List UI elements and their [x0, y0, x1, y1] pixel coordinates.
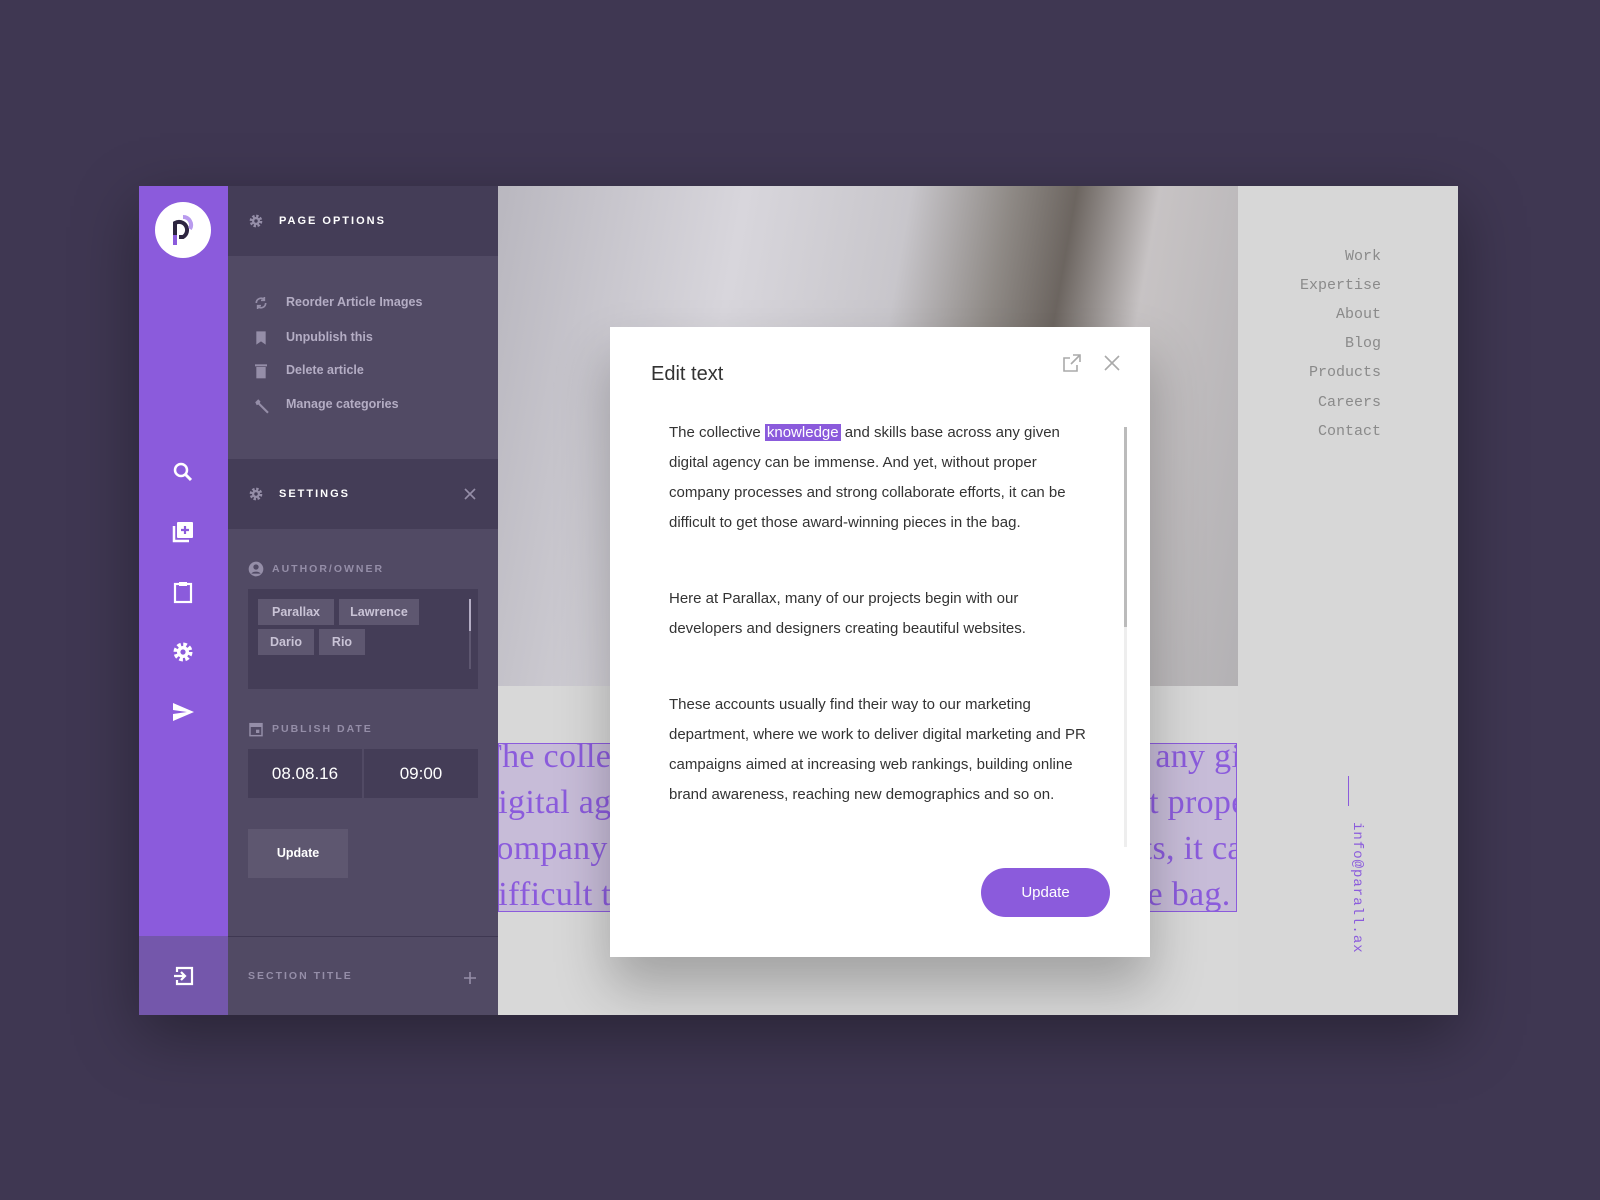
- gear-icon: [249, 487, 263, 501]
- tag-scrollbar[interactable]: [469, 599, 471, 669]
- author-owner-label: AUTHOR/OWNER: [248, 561, 384, 577]
- logo[interactable]: [155, 202, 211, 258]
- editor-scrollbar[interactable]: [1124, 427, 1127, 847]
- bookmark-icon: [256, 331, 266, 345]
- author-tag[interactable]: Lawrence: [339, 599, 419, 625]
- text-editor[interactable]: The collective knowledge and skills base…: [669, 418, 1089, 856]
- close-icon[interactable]: [464, 488, 476, 500]
- menu-item-unpublish[interactable]: Unpublish this: [228, 325, 498, 351]
- wrench-icon: [255, 399, 269, 414]
- menu-item-label: Manage categories: [286, 397, 399, 411]
- page-options-header: PAGE OPTIONS: [228, 186, 498, 256]
- send-icon[interactable]: [171, 700, 195, 724]
- plus-icon[interactable]: [464, 972, 476, 984]
- author-tag-input[interactable]: Parallax Lawrence Dario Rio: [248, 589, 478, 689]
- site-nav: Work Expertise About Blog Products Caree…: [1238, 186, 1458, 1015]
- menu-item-reorder-images[interactable]: Reorder Article Images: [228, 290, 498, 316]
- nav-products[interactable]: Products: [1309, 364, 1381, 381]
- divider: [1348, 776, 1349, 806]
- nav-work[interactable]: Work: [1345, 248, 1381, 265]
- exit-button[interactable]: [139, 936, 228, 1015]
- clipboard-icon[interactable]: [171, 580, 195, 604]
- text-run: The collective: [669, 424, 765, 441]
- author-tag[interactable]: Rio: [319, 629, 365, 655]
- account-circle-icon: [248, 561, 264, 577]
- date-field[interactable]: 08.08.16: [248, 749, 362, 798]
- section-title-label: SECTION TITLE: [248, 970, 353, 982]
- author-tag[interactable]: Dario: [258, 629, 314, 655]
- calendar-icon: [249, 722, 263, 737]
- scrollbar-thumb[interactable]: [1124, 427, 1127, 627]
- settings-header: SETTINGS: [228, 459, 498, 529]
- app-frame: PAGE OPTIONS Reorder Article Images Unpu…: [139, 186, 1458, 1015]
- menu-item-delete-article[interactable]: Delete article: [228, 358, 498, 384]
- settings-update-button[interactable]: Update: [248, 829, 348, 878]
- search-icon[interactable]: [171, 460, 195, 484]
- refresh-icon: [255, 297, 267, 309]
- publish-date-text: PUBLISH DATE: [272, 723, 373, 735]
- close-icon[interactable]: [1102, 353, 1122, 373]
- section-title-row[interactable]: SECTION TITLE: [228, 936, 498, 1015]
- exit-icon: [173, 966, 193, 985]
- author-owner-text: AUTHOR/OWNER: [272, 563, 385, 575]
- modal-title: Edit text: [651, 363, 724, 385]
- page-options-title: PAGE OPTIONS: [279, 215, 386, 227]
- menu-item-label: Delete article: [286, 363, 364, 377]
- open-external-icon[interactable]: [1062, 353, 1082, 373]
- gear-icon: [249, 214, 263, 228]
- trash-icon: [255, 364, 267, 379]
- paragraph: Here at Parallax, many of our projects b…: [669, 590, 1026, 637]
- menu-item-label: Unpublish this: [286, 330, 373, 344]
- add-library-icon[interactable]: [171, 520, 195, 544]
- time-field[interactable]: 09:00: [364, 749, 478, 798]
- icon-rail: [139, 186, 228, 1015]
- nav-blog[interactable]: Blog: [1345, 335, 1381, 352]
- email-link[interactable]: info@parall.ax: [1349, 822, 1365, 954]
- parallax-logo-icon: [173, 214, 194, 245]
- edit-text-modal: Edit text The collective knowledge and s…: [610, 327, 1150, 957]
- publish-date-label: PUBLISH DATE: [248, 721, 373, 737]
- selected-text: knowledge: [764, 424, 841, 441]
- settings-title: SETTINGS: [279, 488, 351, 500]
- paragraph: These accounts usually find their way to…: [669, 696, 1086, 803]
- nav-expertise[interactable]: Expertise: [1300, 277, 1381, 294]
- nav-careers[interactable]: Careers: [1318, 394, 1381, 411]
- nav-contact[interactable]: Contact: [1318, 423, 1381, 440]
- menu-item-label: Reorder Article Images: [286, 295, 423, 309]
- gear-icon[interactable]: [171, 640, 195, 664]
- nav-about[interactable]: About: [1336, 306, 1381, 323]
- options-panel: PAGE OPTIONS Reorder Article Images Unpu…: [228, 186, 498, 1015]
- modal-update-button[interactable]: Update: [981, 868, 1110, 917]
- menu-item-manage-categories[interactable]: Manage categories: [228, 392, 498, 418]
- paragraph: The collective knowledge and skills base…: [669, 418, 1089, 538]
- author-tag[interactable]: Parallax: [258, 599, 334, 625]
